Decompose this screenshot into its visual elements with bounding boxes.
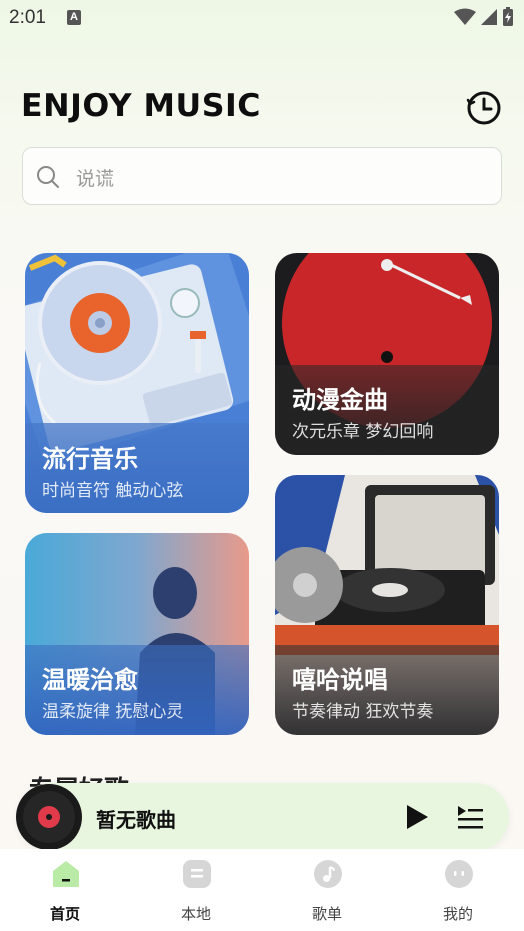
wifi-icon [454,8,476,25]
card-title: 温暖治愈 [42,666,138,694]
local-file-icon [183,860,211,888]
card-subtitle: 时尚音符 触动心弦 [42,481,184,501]
card-subtitle: 节奏律动 狂欢节奏 [292,702,434,722]
search-placeholder: 说谎 [76,168,115,190]
notification-a-icon: A [67,10,81,25]
clock-icon [466,91,501,125]
history-button[interactable] [466,90,502,126]
player-song-title: 暂无歌曲 [96,808,176,832]
nav-label: 首页 [49,905,80,923]
music-note-icon [314,860,342,888]
category-card-anime[interactable]: 动漫金曲 次元乐章 梦幻回响 [275,253,499,455]
home-icon [53,861,79,887]
card-title: 嘻哈说唱 [292,666,388,694]
nav-label: 歌单 [311,905,342,923]
card-title: 动漫金曲 [292,386,388,414]
play-button[interactable] [404,803,430,831]
app-title: ENJOY MUSIC [21,88,261,124]
category-card-healing[interactable]: 温暖治愈 温柔旋律 抚慰心灵 [25,533,249,735]
status-bar: 2:01 A [0,0,524,36]
nav-label: 本地 [180,905,211,923]
playlist-button[interactable] [456,803,484,831]
nav-item-home[interactable]: 首页 [15,849,115,931]
nav-item-local[interactable]: 本地 [146,849,246,931]
mini-player[interactable] [17,783,509,851]
card-subtitle: 温柔旋律 抚慰心灵 [42,702,184,722]
profile-face-icon [445,860,473,888]
search-input[interactable]: 说谎 [22,147,502,205]
search-icon [37,166,59,188]
nav-item-playlist[interactable]: 歌单 [277,849,377,931]
signal-icon [481,9,497,25]
category-card-hiphop[interactable]: 嘻哈说唱 节奏律动 狂欢节奏 [275,475,499,735]
nav-label: 我的 [442,905,473,923]
nav-item-mine[interactable]: 我的 [408,849,508,931]
battery-icon [503,7,513,26]
card-subtitle: 次元乐章 梦幻回响 [292,422,434,442]
status-time: 2:01 [9,7,46,28]
vinyl-disc-icon[interactable] [16,784,82,850]
card-title: 流行音乐 [42,445,138,473]
bottom-nav: 首页 本地 歌单 我的 [0,849,524,931]
status-icons [454,7,514,27]
category-card-pop[interactable]: 流行音乐 时尚音符 触动心弦 [25,253,249,513]
